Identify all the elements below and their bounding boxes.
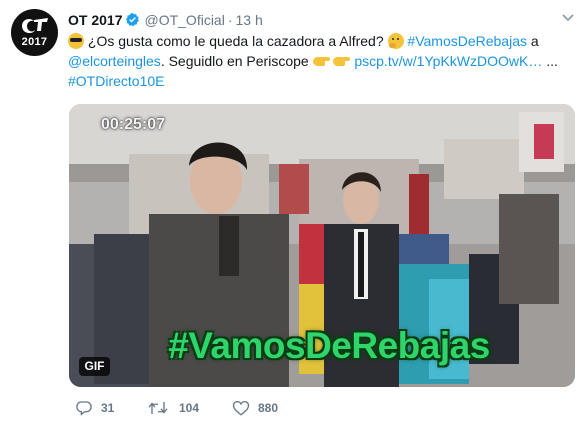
display-name[interactable]: OT 2017 [68,12,122,28]
hashtag-link[interactable]: #OTDirecto10E [68,73,164,89]
text-segment: . Seguidlo en Periscope [160,53,309,69]
like-count: 880 [258,401,279,415]
handle[interactable]: @OT_Oficial [144,12,224,28]
chevron-down-icon[interactable] [562,14,574,22]
timestamp[interactable]: 13 h [236,12,263,28]
point-right-emoji-icon [333,54,351,68]
text-segment: ¿Os gusta como le queda la cazadora a Al… [87,33,384,49]
text-segment: a [530,33,539,49]
avatar-year: 2017 [21,36,48,48]
separator-dot: · [227,12,233,28]
video-timestamp: 00:25:07 [101,116,166,133]
gif-media[interactable]: 00:25:07 #VamosDeRebajas GIF [69,104,575,387]
gif-badge: GIF [79,357,110,376]
heart-icon [232,400,250,416]
point-right-emoji-icon [312,54,330,68]
retweet-icon [148,402,168,414]
sunglasses-emoji-icon [68,33,84,49]
verified-badge-icon [126,12,140,27]
periscope-link[interactable]: pscp.tv/w/1YpKkWzDOOwK… [354,53,542,69]
mention-link[interactable]: @elcorteingles [68,53,161,69]
ot-logo-icon [22,18,48,34]
retweet-count: 104 [179,401,200,415]
tweet-text: ¿Os gusta como le queda la cazadora a Al… [68,31,573,91]
retweet-button[interactable]: 104 [147,397,217,419]
text-segment: ... [546,53,558,69]
thinking-emoji-icon [387,33,404,49]
overlay-hashtag: #VamosDeRebajas [168,325,490,366]
tweet-header: OT 2017 @OT_Oficial · 13 h [68,10,263,30]
tweet[interactable]: 2017 OT 2017 @OT_Oficial · 13 h ¿Os gusta c… [0,0,588,423]
avatar[interactable]: 2017 [11,9,58,56]
hashtag-link[interactable]: #VamosDeRebajas [407,33,527,49]
reply-icon [76,401,92,416]
like-button[interactable]: 880 [232,397,292,419]
reply-button[interactable]: 31 [75,397,135,419]
reply-count: 31 [101,401,115,415]
